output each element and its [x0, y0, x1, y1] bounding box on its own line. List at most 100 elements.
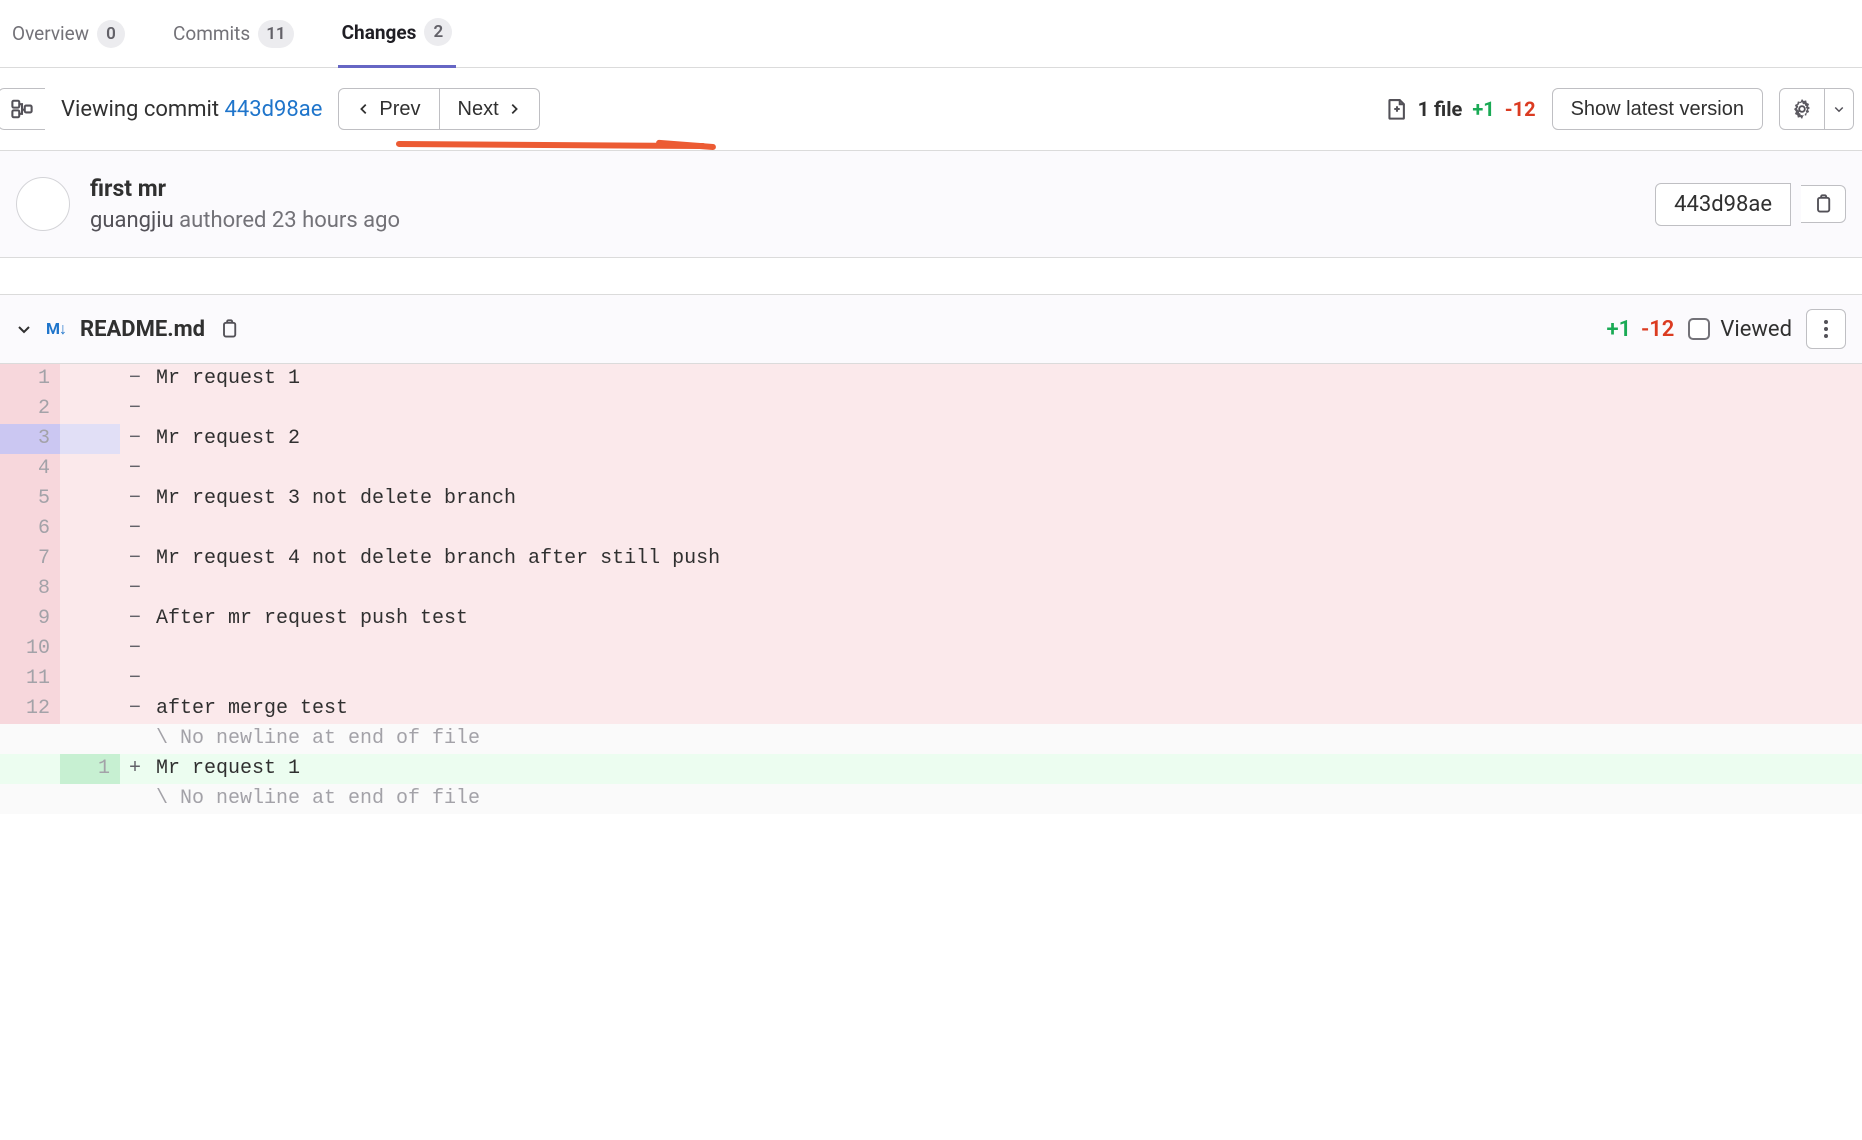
diff-line[interactable]: 5 −Mr request 3 not delete branch: [0, 484, 1862, 514]
diff-line[interactable]: 4−: [0, 454, 1862, 484]
diff-code: [150, 454, 1862, 484]
gutter-old[interactable]: 8: [0, 574, 60, 604]
commit-info: first mr guangjiu authored 23 hours ago: [90, 175, 400, 233]
markdown-icon: M↓: [46, 319, 66, 339]
prev-commit-button[interactable]: Prev: [338, 88, 439, 130]
diff-line[interactable]: 1+Mr request 1: [0, 754, 1862, 784]
settings-group: [1779, 88, 1854, 130]
commit-sha-box[interactable]: 443d98ae: [1655, 183, 1791, 226]
gutter-new[interactable]: [60, 544, 120, 574]
diff-code: \ No newline at end of file: [150, 784, 1862, 814]
gutter-old[interactable]: 2: [0, 394, 60, 424]
viewed-checkbox[interactable]: [1688, 318, 1710, 340]
diff-line[interactable]: \ No newline at end of file: [0, 784, 1862, 814]
file-name[interactable]: README.md: [80, 317, 205, 342]
tab-commits[interactable]: Commits 11: [169, 0, 298, 68]
commit-right: 443d98ae: [1655, 183, 1846, 226]
gutter-new[interactable]: [60, 514, 120, 544]
gutter-new[interactable]: [60, 724, 120, 754]
diff-sign: −: [120, 484, 150, 514]
annotation-underline: [396, 141, 706, 149]
gutter-old[interactable]: 7: [0, 544, 60, 574]
kebab-icon: [1824, 320, 1828, 338]
viewed-toggle[interactable]: Viewed: [1688, 317, 1792, 342]
gutter-old[interactable]: 10: [0, 634, 60, 664]
tab-overview[interactable]: Overview 0: [8, 0, 129, 68]
gutter-old[interactable]: 1: [0, 364, 60, 394]
gutter-old[interactable]: [0, 784, 60, 814]
diff-line[interactable]: 7−Mr request 4 not delete branch after s…: [0, 544, 1862, 574]
diff-settings-button[interactable]: [1779, 88, 1825, 130]
diff-line[interactable]: 11−: [0, 664, 1862, 694]
diff-sign: −: [120, 634, 150, 664]
tab-commits-label: Commits: [173, 22, 250, 45]
file-mini-stats: +1 -12: [1606, 317, 1674, 342]
diff-sign: −: [120, 424, 150, 454]
diff-code: \ No newline at end of file: [150, 724, 1862, 754]
gutter-new[interactable]: [60, 484, 120, 514]
diff-code: Mr request 2: [150, 424, 1862, 454]
chevron-right-icon: [507, 102, 521, 116]
next-label: Next: [458, 98, 499, 121]
diff-line[interactable]: 2−: [0, 394, 1862, 424]
gutter-new[interactable]: [60, 664, 120, 694]
viewing-commit-label: Viewing commit 443d98ae: [61, 97, 322, 122]
gutter-old[interactable]: 4: [0, 454, 60, 484]
commit-time: 23 hours ago: [272, 208, 400, 233]
viewing-commit-sha-link[interactable]: 443d98ae: [225, 97, 323, 122]
gutter-old[interactable]: 9: [0, 604, 60, 634]
file-stats-minus: -12: [1505, 97, 1536, 121]
diff-settings-dropdown[interactable]: [1825, 88, 1854, 130]
diff-sign: −: [120, 604, 150, 634]
diff-line[interactable]: 1−Mr request 1: [0, 364, 1862, 394]
gutter-new[interactable]: [60, 694, 120, 724]
diff-line[interactable]: 12−after merge test: [0, 694, 1862, 724]
show-latest-version-button[interactable]: Show latest version: [1552, 88, 1763, 130]
diff-code: [150, 394, 1862, 424]
copy-path-button[interactable]: [219, 319, 239, 339]
commit-header: first mr guangjiu authored 23 hours ago …: [0, 151, 1862, 258]
gutter-new[interactable]: [60, 634, 120, 664]
diff-code: Mr request 1: [150, 754, 1862, 784]
gutter-new[interactable]: 1: [60, 754, 120, 784]
diff-code: After mr request push test: [150, 604, 1862, 634]
gutter-old[interactable]: 3: [0, 424, 60, 454]
tab-changes[interactable]: Changes 2: [338, 0, 457, 68]
gutter-new[interactable]: [60, 424, 120, 454]
viewed-label: Viewed: [1720, 317, 1792, 342]
next-commit-button[interactable]: Next: [440, 88, 540, 130]
gutter-new[interactable]: [60, 784, 120, 814]
diff-sign: −: [120, 544, 150, 574]
gutter-new[interactable]: [60, 364, 120, 394]
gutter-old[interactable]: 6: [0, 514, 60, 544]
diff-line[interactable]: 9 −After mr request push test: [0, 604, 1862, 634]
diff-code: Mr request 3 not delete branch: [150, 484, 1862, 514]
collapse-file-button[interactable]: [16, 321, 32, 337]
copy-sha-button[interactable]: [1801, 185, 1846, 223]
gutter-old[interactable]: 11: [0, 664, 60, 694]
file-options-button[interactable]: [1806, 309, 1846, 349]
tab-overview-label: Overview: [12, 22, 89, 45]
commit-author[interactable]: guangjiu: [90, 208, 174, 233]
gutter-old[interactable]: [0, 724, 60, 754]
diff-line[interactable]: 8−: [0, 574, 1862, 604]
diff-sign: +: [120, 754, 150, 784]
diff-line[interactable]: 3 −Mr request 2: [0, 424, 1862, 454]
gutter-new[interactable]: [60, 604, 120, 634]
avatar[interactable]: [16, 177, 70, 231]
diff-line[interactable]: 10 −: [0, 634, 1862, 664]
gutter-new[interactable]: [60, 394, 120, 424]
gutter-new[interactable]: [60, 454, 120, 484]
diff-line[interactable]: \ No newline at end of file: [0, 724, 1862, 754]
chevron-down-icon: [16, 321, 32, 337]
tab-changes-count: 2: [424, 18, 452, 46]
gutter-old[interactable]: 12: [0, 694, 60, 724]
diff-line[interactable]: 6−: [0, 514, 1862, 544]
gutter-old[interactable]: [0, 754, 60, 784]
gutter-new[interactable]: [60, 574, 120, 604]
chevron-left-icon: [357, 102, 371, 116]
gutter-old[interactable]: 5: [0, 484, 60, 514]
viewing-prefix: Viewing commit: [61, 97, 225, 122]
file-tree-toggle-button[interactable]: [0, 88, 45, 130]
gear-icon: [1792, 99, 1812, 119]
